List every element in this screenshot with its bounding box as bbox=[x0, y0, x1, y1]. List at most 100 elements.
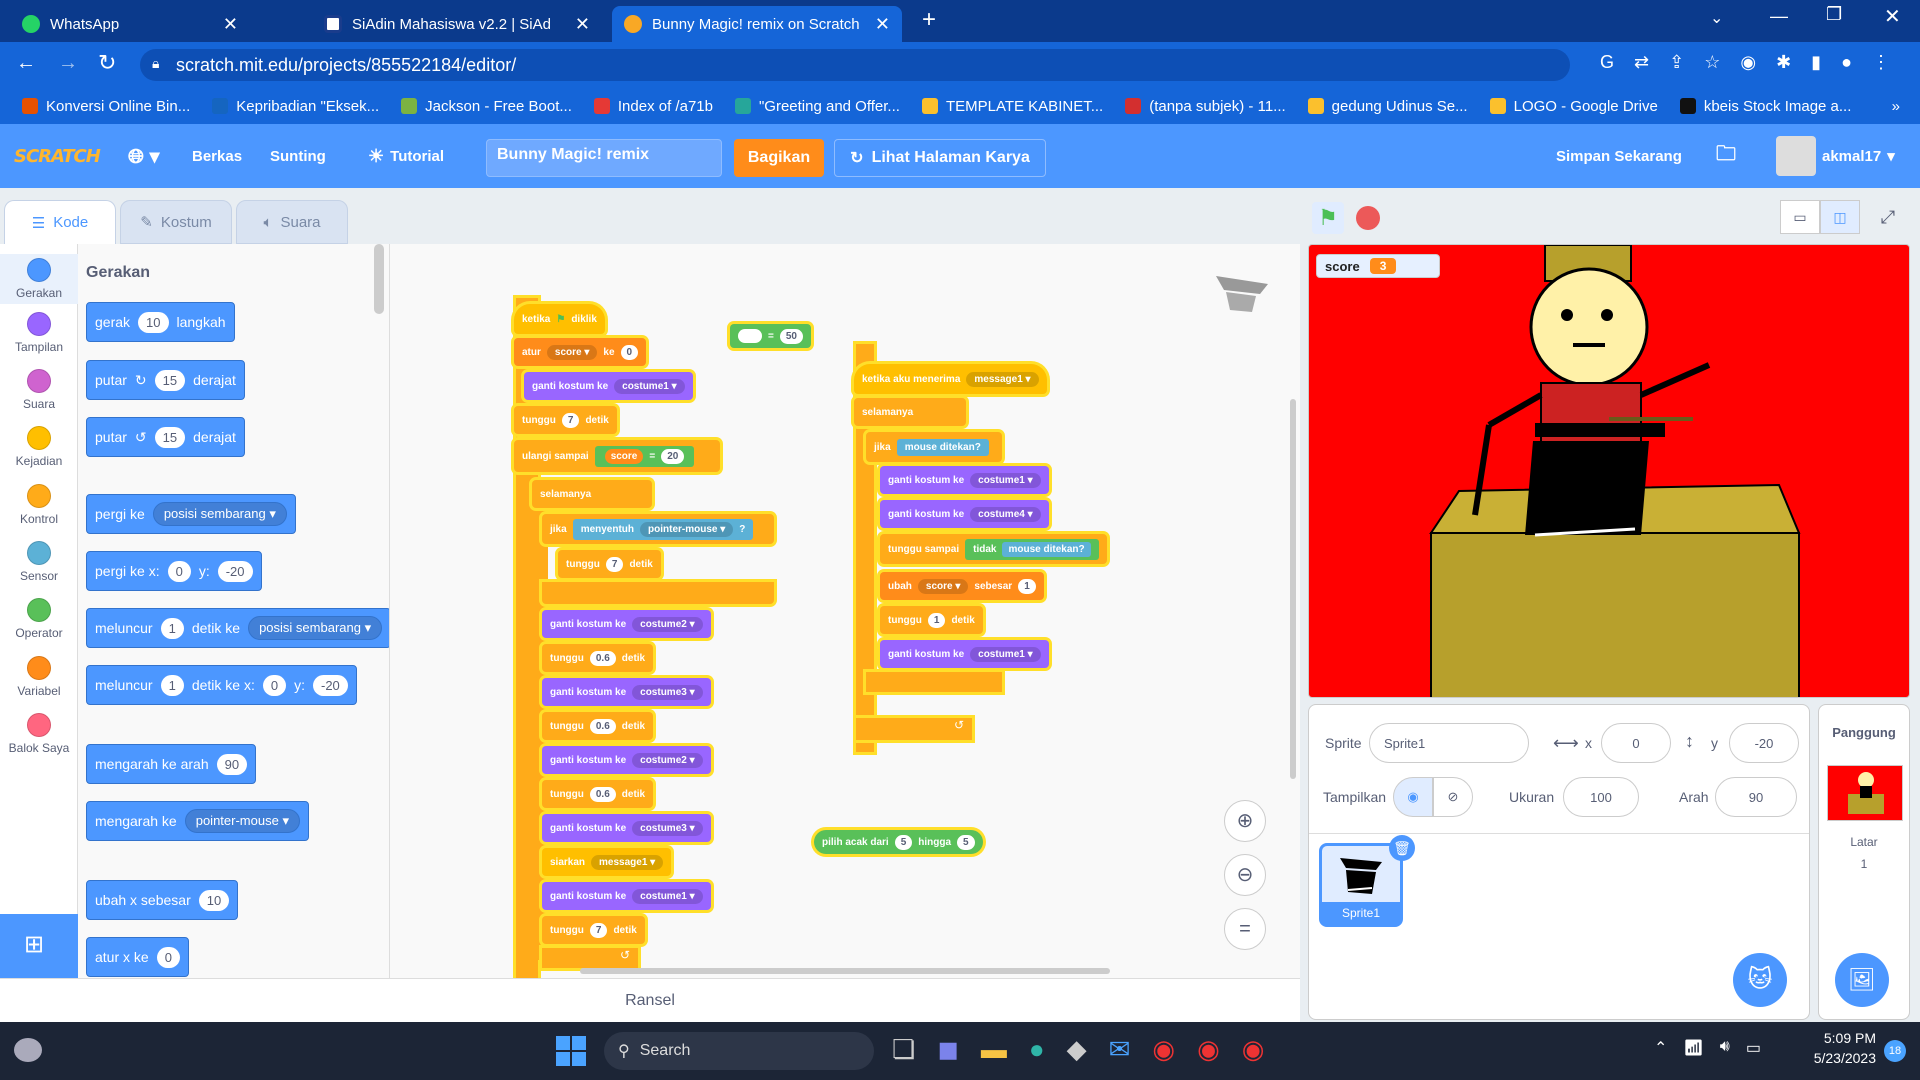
block-glide-to[interactable]: meluncur 1 detik ke posisi sembarang ▾ bbox=[86, 608, 389, 648]
block-go-to-xy[interactable]: pergi ke x: 0 y: -20 bbox=[86, 551, 262, 591]
add-sprite-button[interactable]: 🐱︎ bbox=[1733, 953, 1787, 1007]
block-input[interactable]: 0 bbox=[620, 344, 639, 360]
category-operators[interactable]: Operator bbox=[0, 598, 78, 640]
block-input[interactable]: 0 bbox=[156, 946, 180, 968]
forever-block[interactable]: selamanya bbox=[532, 480, 652, 508]
kebab-menu-icon[interactable]: ⋮ bbox=[1872, 52, 1890, 73]
add-backdrop-button[interactable]: 🖼︎ bbox=[1835, 953, 1889, 1007]
share-button[interactable]: Bagikan bbox=[734, 139, 824, 177]
block-input[interactable]: -20 bbox=[312, 674, 348, 696]
block-input[interactable]: 50 bbox=[779, 328, 803, 344]
stage-thumbnail[interactable] bbox=[1827, 765, 1903, 821]
wait-block[interactable]: tunggu 0.6 detik bbox=[542, 780, 654, 808]
block-dropdown[interactable]: message1 ▾ bbox=[591, 854, 664, 870]
switch-costume-block[interactable]: ganti kostum ke costume1 ▾ bbox=[524, 372, 693, 400]
block-dropdown[interactable]: costume1 ▾ bbox=[632, 888, 703, 904]
set-variable-block[interactable]: atur score ▾ ke 0 bbox=[514, 338, 647, 366]
google-icon[interactable]: G bbox=[1600, 52, 1614, 73]
weather-icon[interactable] bbox=[14, 1038, 42, 1062]
block-input[interactable]: 10 bbox=[198, 889, 230, 911]
tab-sounds[interactable]: 🔈︎ Suara bbox=[236, 200, 348, 244]
block-dropdown[interactable]: costume1 ▾ bbox=[970, 646, 1041, 662]
mail-icon[interactable]: ✉ bbox=[1109, 1034, 1131, 1065]
category-variables[interactable]: Variabel bbox=[0, 656, 78, 698]
y-input[interactable]: -20 bbox=[1729, 723, 1799, 763]
wait-block[interactable]: tunggu 0.6 detik bbox=[542, 712, 654, 740]
category-motion[interactable]: Gerakan bbox=[0, 254, 78, 304]
bookmark-item[interactable]: Konversi Online Bin... bbox=[22, 98, 190, 115]
large-stage-icon[interactable]: ◫ bbox=[1820, 200, 1860, 234]
block-point-in-direction[interactable]: mengarah ke arah 90 bbox=[86, 744, 257, 784]
size-input[interactable]: 100 bbox=[1563, 777, 1639, 817]
x-input[interactable]: 0 bbox=[1601, 723, 1671, 763]
more-bookmarks-icon[interactable]: » bbox=[1892, 98, 1900, 115]
if-block[interactable]: jika mouse ditekan? bbox=[866, 432, 1002, 462]
switch-costume-block[interactable]: ganti kostum ke costume4 ▾ bbox=[880, 500, 1049, 528]
taskbar-search-box[interactable]: ⚲ Search bbox=[604, 1032, 874, 1070]
profile-icon[interactable]: ● bbox=[1841, 52, 1852, 73]
small-stage-icon[interactable]: ▭ bbox=[1780, 200, 1820, 234]
menu-file[interactable]: Berkas bbox=[192, 124, 242, 188]
menu-tutorial[interactable]: ☀︎ Tutorial bbox=[368, 124, 444, 188]
wait-block[interactable]: tunggu 7 detik bbox=[514, 406, 617, 434]
bookmark-item[interactable]: LOGO - Google Drive bbox=[1489, 98, 1658, 115]
switch-costume-block[interactable]: ganti kostum ke costume1 ▾ bbox=[880, 466, 1049, 494]
minimize-icon[interactable]: — bbox=[1770, 6, 1788, 27]
switch-costume-block[interactable]: ganti kostum ke costume2 ▾ bbox=[542, 746, 711, 774]
menu-edit[interactable]: Sunting bbox=[270, 124, 326, 188]
edge-icon[interactable]: ● bbox=[1029, 1034, 1045, 1065]
volume-icon[interactable]: 🔊︎ bbox=[1720, 1038, 1730, 1058]
block-input[interactable]: 0.6 bbox=[589, 650, 616, 666]
see-project-page-button[interactable]: ↻ Lihat Halaman Karya bbox=[834, 139, 1046, 177]
sprite-thumbnail[interactable]: Sprite1 bbox=[1319, 843, 1403, 927]
block-input[interactable]: 0 bbox=[167, 560, 191, 582]
block-input[interactable]: 7 bbox=[589, 922, 608, 938]
block-dropdown[interactable]: costume2 ▾ bbox=[632, 752, 703, 768]
account-menu[interactable]: akmal17 ▾ bbox=[1776, 124, 1895, 188]
direction-input[interactable]: 90 bbox=[1715, 777, 1797, 817]
block-dropdown[interactable]: posisi sembarang ▾ bbox=[248, 616, 383, 640]
block-input[interactable]: 1 bbox=[1018, 578, 1036, 594]
back-icon[interactable]: ← bbox=[16, 52, 36, 75]
chrome-icon[interactable]: ◉ bbox=[1242, 1034, 1265, 1065]
tab-search-icon[interactable]: ⌄ bbox=[1710, 8, 1723, 28]
wait-block[interactable]: tunggu 1 detik bbox=[880, 606, 983, 634]
translate-icon[interactable]: ⇄ bbox=[1634, 52, 1649, 73]
show-visible-eye-icon[interactable]: ◉ bbox=[1393, 777, 1433, 817]
zoom-out-button[interactable]: ⊖ bbox=[1224, 854, 1266, 896]
not-operator[interactable]: tidak mouse ditekan? bbox=[965, 538, 1099, 560]
camera-icon[interactable]: ◉ bbox=[1740, 52, 1756, 73]
green-flag-button[interactable]: ⚑ bbox=[1312, 202, 1344, 234]
tab-siadin[interactable]: SiAdin Mahasiswa v2.2 | SiAdin S ✕ bbox=[312, 6, 602, 42]
palette-scrollbar[interactable] bbox=[374, 244, 384, 314]
task-view-icon[interactable]: ❏ bbox=[892, 1034, 915, 1065]
empty-input[interactable] bbox=[738, 329, 762, 343]
block-dropdown[interactable]: message1 ▾ bbox=[966, 371, 1039, 387]
tab-code[interactable]: ☰ Kode bbox=[4, 200, 116, 244]
score-monitor[interactable]: score 3 bbox=[1316, 254, 1440, 278]
block-dropdown[interactable]: score ▾ bbox=[917, 578, 969, 594]
block-move-steps[interactable]: gerak 10 langkah bbox=[86, 302, 235, 342]
block-dropdown[interactable]: costume2 ▾ bbox=[632, 616, 703, 632]
notification-badge[interactable]: 18 bbox=[1884, 1040, 1906, 1062]
bookmark-item[interactable]: Index of /a71b bbox=[593, 98, 713, 115]
category-my-blocks[interactable]: Balok Saya bbox=[0, 713, 78, 755]
block-input[interactable]: 5 bbox=[894, 834, 913, 850]
language-globe-icon[interactable]: 🌐︎ ▾ bbox=[128, 124, 160, 188]
block-turn-left[interactable]: putar ↺ 15 derajat bbox=[86, 417, 245, 457]
block-dropdown[interactable]: posisi sembarang ▾ bbox=[152, 502, 287, 526]
new-tab-icon[interactable]: + bbox=[922, 6, 936, 34]
block-input[interactable]: 7 bbox=[561, 412, 580, 428]
scratch-logo[interactable]: SCRATCH bbox=[14, 124, 101, 188]
fullscreen-icon[interactable]: ⤢ bbox=[1870, 200, 1906, 234]
touching-sensor[interactable]: menyentuh pointer-mouse ▾? bbox=[572, 518, 754, 540]
wait-block[interactable]: tunggu 7 detik bbox=[558, 550, 661, 578]
bookmark-item[interactable]: Jackson - Free Boot... bbox=[401, 98, 572, 115]
tab-whatsapp[interactable]: WhatsApp ✕ bbox=[10, 6, 250, 42]
file-explorer-icon[interactable]: ▬ bbox=[981, 1034, 1007, 1065]
block-input[interactable]: 0.6 bbox=[589, 718, 616, 734]
switch-costume-block[interactable]: ganti kostum ke costume2 ▾ bbox=[542, 610, 711, 638]
broadcast-block[interactable]: siarkan message1 ▾ bbox=[542, 848, 672, 876]
stage-canvas[interactable] bbox=[1308, 244, 1910, 698]
category-events[interactable]: Kejadian bbox=[0, 426, 78, 468]
